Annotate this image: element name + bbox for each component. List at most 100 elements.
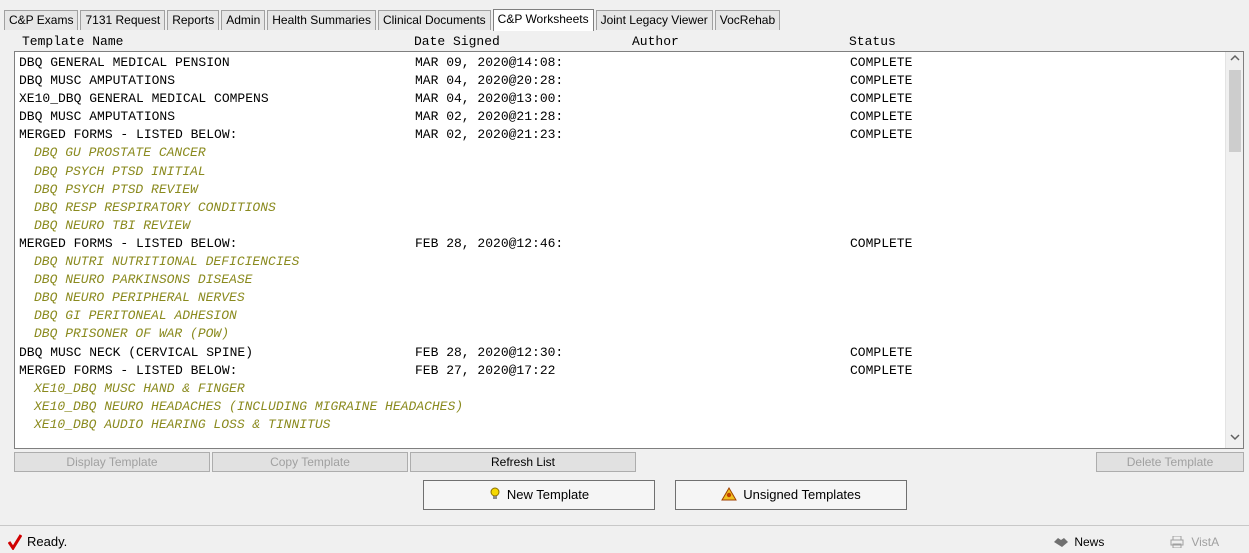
tab-clinical-documents[interactable]: Clinical Documents	[377, 10, 491, 30]
template-name-cell: DBQ GI PERITONEAL ADHESION	[34, 308, 237, 324]
vista-button[interactable]: VistA	[1164, 532, 1240, 552]
tab-c-p-worksheets[interactable]: C&P Worksheets	[492, 9, 594, 31]
template-name-cell: DBQ MUSC AMPUTATIONS	[19, 109, 176, 125]
table-row[interactable]: DBQ MUSC AMPUTATIONS MAR 04, 2020@20:28: C…	[15, 72, 1225, 90]
status-cell: COMPLETE	[850, 109, 913, 125]
vertical-scrollbar[interactable]	[1225, 52, 1243, 448]
date-signed-cell: MAR 09, 2020@14:08:	[415, 55, 564, 70]
copy-template-button[interactable]: Copy Template	[212, 452, 408, 472]
status-cell: COMPLETE	[850, 344, 913, 360]
refresh-list-label: Refresh List	[490, 455, 556, 469]
template-name-cell: MERGED FORMS - LISTED BELOW:	[19, 235, 238, 251]
new-template-button[interactable]: New Template	[423, 480, 655, 510]
delete-template-button[interactable]: Delete Template	[1096, 452, 1244, 472]
printer-icon	[1170, 532, 1188, 552]
lightbulb-icon	[489, 481, 501, 509]
scroll-down-icon[interactable]	[1226, 431, 1243, 448]
display-template-button[interactable]: Display Template	[14, 452, 210, 472]
merged-form-item[interactable]: DBQ RESP RESPIRATORY CONDITIONS	[15, 199, 1225, 217]
template-name-cell: DBQ MUSC AMPUTATIONS	[19, 73, 176, 89]
status-cell: COMPLETE	[850, 127, 913, 143]
date-signed-cell: FEB 28, 2020@12:30:	[415, 344, 564, 360]
template-name-cell: DBQ GENERAL MEDICAL PENSION	[19, 55, 230, 70]
table-row[interactable]: MERGED FORMS - LISTED BELOW: MAR 02, 2020…	[15, 126, 1225, 144]
template-name-cell: XE10_DBQ GENERAL MEDICAL COMPENS	[19, 91, 269, 107]
column-header-author[interactable]: Author	[632, 34, 679, 50]
template-name-cell: DBQ NEURO TBI REVIEW	[34, 217, 191, 233]
merged-form-item[interactable]: DBQ NEURO TBI REVIEW	[15, 217, 1225, 235]
merged-form-item[interactable]: DBQ NEURO PERIPHERAL NERVES	[15, 289, 1225, 307]
copy-template-label: Copy Template	[270, 455, 350, 469]
news-label: News	[1074, 535, 1105, 549]
template-name-cell: DBQ GU PROSTATE CANCER	[34, 145, 206, 161]
date-signed-cell: MAR 04, 2020@13:00:	[415, 91, 564, 107]
table-row[interactable]: DBQ MUSC NECK (CERVICAL SPINE) FEB 28, 20…	[15, 344, 1225, 362]
scrollbar-thumb[interactable]	[1229, 70, 1241, 152]
handshake-icon	[1053, 532, 1071, 552]
tab-admin[interactable]: Admin	[221, 10, 266, 30]
column-header-status[interactable]: Status	[849, 34, 896, 50]
template-name-cell: DBQ NUTRI NUTRITIONAL DEFICIENCIES	[34, 254, 300, 270]
status-cell: COMPLETE	[850, 362, 913, 378]
template-name-cell: DBQ RESP RESPIRATORY CONDITIONS	[34, 199, 276, 215]
date-signed-cell: FEB 28, 2020@12:46:	[415, 235, 564, 251]
template-name-cell: MERGED FORMS - LISTED BELOW:	[19, 362, 238, 378]
table-row[interactable]: DBQ GENERAL MEDICAL PENSION MAR 09, 2020@…	[15, 54, 1225, 72]
tab-7131-request[interactable]: 7131 Request	[80, 10, 166, 30]
column-header-template-name[interactable]: Template Name	[22, 34, 123, 50]
tab-c-p-exams[interactable]: C&P Exams	[4, 10, 79, 30]
template-name-cell: DBQ NEURO PERIPHERAL NERVES	[34, 290, 245, 306]
unsigned-templates-button[interactable]: Unsigned Templates	[675, 480, 907, 510]
news-button[interactable]: News	[1039, 532, 1151, 552]
tab-reports[interactable]: Reports	[167, 10, 220, 30]
tab-vocrehab[interactable]: VocRehab	[714, 10, 781, 30]
people-warning-icon	[721, 481, 738, 509]
template-name-cell: XE10_DBQ MUSC HAND & FINGER	[34, 380, 245, 396]
merged-form-item[interactable]: DBQ GU PROSTATE CANCER	[15, 144, 1225, 162]
delete-template-label: Delete Template	[1126, 455, 1214, 469]
date-signed-cell: FEB 27, 2020@17:22	[415, 362, 556, 378]
tab-strip: C&P Exams 7131 Request Reports Admin Health …	[4, 8, 782, 31]
red-checkmark-icon	[7, 534, 23, 551]
table-row[interactable]: XE10_DBQ GENERAL MEDICAL COMPENS MAR 04, …	[15, 90, 1225, 108]
merged-form-item[interactable]: XE10_DBQ MUSC HAND & FINGER	[15, 380, 1225, 398]
table-row[interactable]: MERGED FORMS - LISTED BELOW: FEB 28, 2020…	[15, 235, 1225, 253]
template-name-cell: DBQ MUSC NECK (CERVICAL SPINE)	[19, 344, 254, 360]
merged-form-item[interactable]: DBQ PSYCH PTSD INITIAL	[15, 163, 1225, 181]
template-name-cell: DBQ PRISONER OF WAR (POW)	[34, 326, 230, 342]
worksheet-rows: DBQ GENERAL MEDICAL PENSION MAR 09, 2020@…	[15, 54, 1225, 434]
merged-form-item[interactable]: DBQ PSYCH PTSD REVIEW	[15, 181, 1225, 199]
merged-form-item[interactable]: DBQ GI PERITONEAL ADHESION	[15, 307, 1225, 325]
table-row[interactable]: MERGED FORMS - LISTED BELOW: FEB 27, 2020…	[15, 362, 1225, 380]
template-name-cell: XE10_DBQ AUDIO HEARING LOSS & TINNITUS	[34, 416, 331, 432]
new-template-label: New Template	[506, 487, 590, 502]
status-cell: COMPLETE	[850, 91, 913, 107]
merged-form-item[interactable]: DBQ PRISONER OF WAR (POW)	[15, 325, 1225, 343]
template-name-cell: XE10_DBQ NEURO HEADACHES (INCLUDING MIGR…	[34, 398, 464, 414]
scroll-up-icon[interactable]	[1226, 52, 1243, 69]
status-cell: COMPLETE	[850, 235, 913, 251]
status-cell: COMPLETE	[850, 73, 913, 89]
worksheet-list[interactable]: DBQ GENERAL MEDICAL PENSION MAR 09, 2020@…	[14, 51, 1244, 449]
template-name-cell: DBQ PSYCH PTSD INITIAL	[34, 163, 206, 179]
date-signed-cell: MAR 02, 2020@21:28:	[415, 109, 564, 125]
unsigned-templates-label: Unsigned Templates	[743, 487, 861, 502]
template-name-cell: DBQ PSYCH PTSD REVIEW	[34, 181, 198, 197]
date-signed-cell: MAR 02, 2020@21:23:	[415, 127, 564, 143]
merged-form-item[interactable]: XE10_DBQ NEURO HEADACHES (INCLUDING MIGR…	[15, 398, 1225, 416]
tab-health-summaries[interactable]: Health Summaries	[267, 10, 376, 30]
status-bar: Ready. News VistA	[0, 525, 1249, 553]
merged-form-item[interactable]: XE10_DBQ AUDIO HEARING LOSS & TINNITUS	[15, 416, 1225, 434]
vista-label: VistA	[1191, 535, 1220, 549]
refresh-list-button[interactable]: Refresh List	[410, 452, 636, 472]
status-cell: COMPLETE	[850, 55, 913, 70]
template-name-cell: DBQ NEURO PARKINSONS DISEASE	[34, 272, 253, 288]
table-row[interactable]: DBQ MUSC AMPUTATIONS MAR 02, 2020@21:28: C…	[15, 108, 1225, 126]
display-template-label: Display Template	[66, 455, 158, 469]
merged-form-item[interactable]: DBQ NEURO PARKINSONS DISEASE	[15, 271, 1225, 289]
date-signed-cell: MAR 04, 2020@20:28:	[415, 73, 564, 89]
column-header-date-signed[interactable]: Date Signed	[414, 34, 500, 50]
template-name-cell: MERGED FORMS - LISTED BELOW:	[19, 127, 238, 143]
tab-joint-legacy-viewer[interactable]: Joint Legacy Viewer	[595, 10, 713, 30]
merged-form-item[interactable]: DBQ NUTRI NUTRITIONAL DEFICIENCIES	[15, 253, 1225, 271]
